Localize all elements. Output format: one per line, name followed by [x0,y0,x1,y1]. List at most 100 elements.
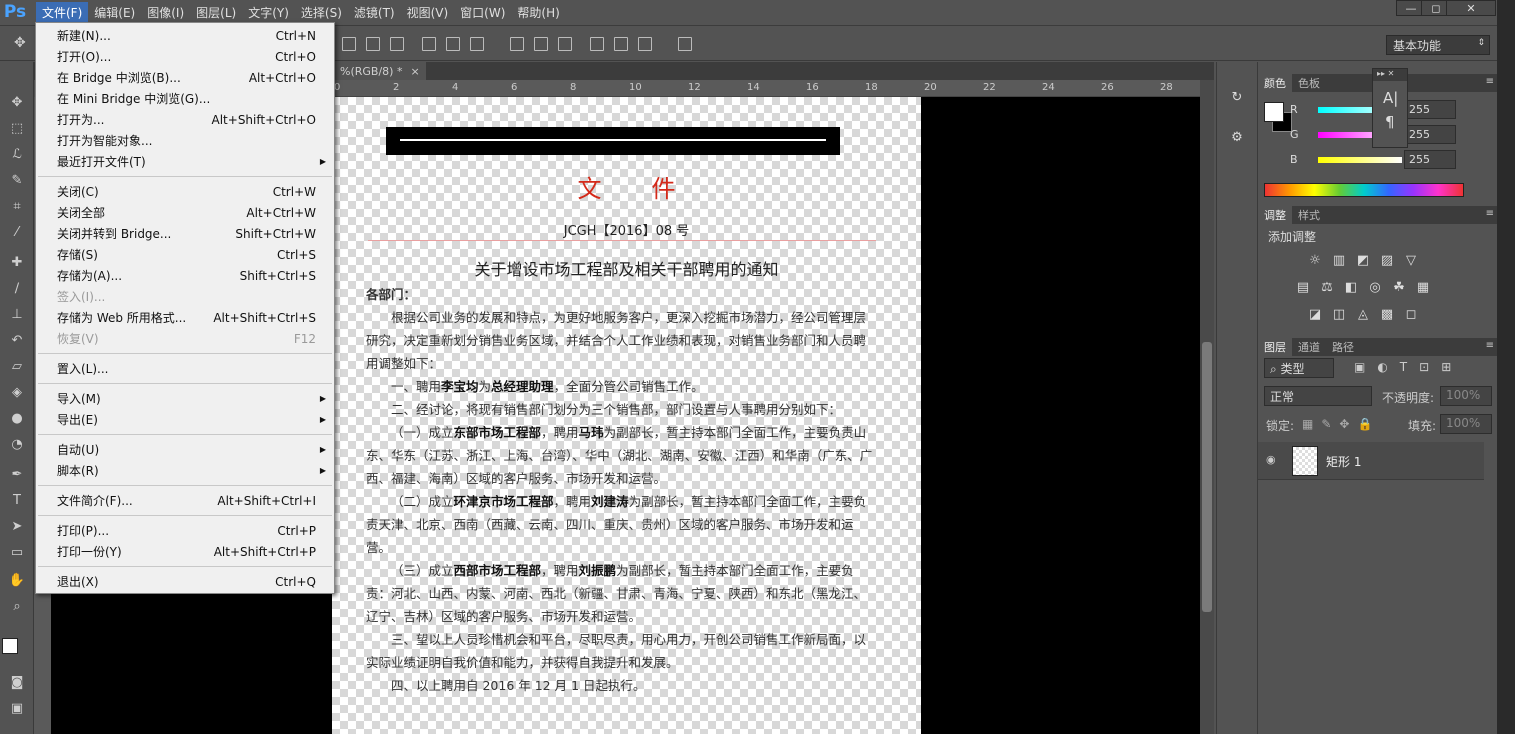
panel-tab[interactable]: 颜色 [1258,74,1292,92]
color-balance-icon[interactable]: ⚖ [1318,279,1336,295]
lock-icons[interactable]: ▦✎✥🔒 [1302,417,1380,431]
file-menu-item[interactable]: 打开为智能对象... [36,130,334,151]
black-white-icon[interactable]: ◧ [1342,279,1360,295]
panel-menu-icon[interactable]: ≡ [1486,208,1494,219]
move-tool-preset-icon[interactable]: ✥ [14,35,26,51]
file-menu-item[interactable]: 存储为 Web 所用格式... Alt+Shift+Ctrl+S [36,307,334,328]
panel-tab[interactable]: 通道 [1292,338,1326,356]
document-page[interactable]: 文件 JCGH【2016】08 号 关于增设市场工程部及相关干部聘用的通知 各部… [332,97,921,734]
distribute-bottom-icon[interactable] [558,37,572,51]
eyedropper-tool-icon[interactable]: ⁄ [7,222,27,242]
file-menu-item[interactable]: 最近打开文件(T) ▶ [36,151,334,172]
panel-tab[interactable]: 调整 [1258,206,1292,224]
file-menu-item[interactable]: 自动(U) ▶ [36,439,334,460]
crop-tool-icon[interactable]: ⌗ [7,196,27,216]
type-tool-icon[interactable]: T [7,490,27,510]
file-menu-item[interactable]: 打印(P)... Ctrl+P [36,520,334,541]
file-menu-item[interactable]: 在 Bridge 中浏览(B)... Alt+Ctrl+O [36,67,334,88]
file-menu-item[interactable]: 在 Mini Bridge 中浏览(G)... [36,88,334,109]
clone-stamp-tool-icon[interactable]: ⊥ [7,304,27,324]
color-channel-value[interactable]: 255 [1404,150,1456,169]
panel-menu-icon[interactable]: ≡ [1486,76,1494,87]
menu-item-9[interactable]: 帮助(H) [511,2,565,22]
vibrance-icon[interactable]: ▽ [1402,252,1420,268]
file-menu-item[interactable]: 存储(S) Ctrl+S [36,244,334,265]
document-tab[interactable]: %(RGB/8) * × [334,62,426,80]
align-bottom-icon[interactable] [390,37,404,51]
threshold-icon[interactable]: ◬ [1354,306,1372,322]
menu-item-5[interactable]: 选择(S) [295,2,348,22]
foreground-color-swatch[interactable] [2,638,18,654]
distribute-top-icon[interactable] [510,37,524,51]
layer-row[interactable]: ◉ 矩形 1 [1258,442,1484,480]
quick-select-tool-icon[interactable]: ✎ [7,170,27,190]
file-menu-item[interactable]: 置入(L)... [36,358,334,379]
quick-mask-icon[interactable]: ◙ [7,672,27,692]
file-menu-item[interactable]: 新建(N)... Ctrl+N [36,25,334,46]
color-channel-value[interactable]: 255 [1404,100,1456,119]
paint-bucket-tool-icon[interactable]: ◈ [7,382,27,402]
layer-filter-select[interactable]: ⌕ 类型 [1264,358,1334,378]
color-lookup-icon[interactable]: ▦ [1414,279,1432,295]
panel-menu-icon[interactable]: ≡ [1486,340,1494,351]
eraser-tool-icon[interactable]: ▱ [7,356,27,376]
distribute-hcenter-icon[interactable] [614,37,628,51]
foreground-swatch[interactable] [1264,102,1284,122]
align-hcenter-icon[interactable] [446,37,460,51]
distribute-left-icon[interactable] [590,37,604,51]
pen-tool-icon[interactable]: ✒ [7,464,27,484]
exposure-icon[interactable]: ▨ [1378,252,1396,268]
menu-item-0[interactable]: 文件(F) [36,2,89,22]
workspace-select[interactable]: 基本功能 ⇕ [1386,35,1490,55]
menu-item-3[interactable]: 图层(L) [190,2,242,22]
distribute-right-icon[interactable] [638,37,652,51]
panel-tab[interactable]: 路径 [1326,338,1360,356]
color-channel-slider[interactable] [1318,157,1402,163]
file-menu-item[interactable]: 导出(E) ▶ [36,409,334,430]
layer-visibility-eye-icon[interactable]: ◉ [1266,453,1276,466]
levels-icon[interactable]: ▥ [1330,252,1348,268]
layer-filter-icons[interactable]: ▣◐T⊡⊞ [1354,360,1463,374]
auto-align-icon[interactable] [678,37,692,51]
channel-mixer-icon[interactable]: ☘ [1390,279,1408,295]
menu-item-8[interactable]: 窗口(W) [454,2,511,22]
align-top-icon[interactable] [342,37,356,51]
marquee-tool-icon[interactable]: ⬚ [7,118,27,138]
history-brush-tool-icon[interactable]: ↶ [7,330,27,350]
curves-icon[interactable]: ◩ [1354,252,1372,268]
menu-item-4[interactable]: 文字(Y) [242,2,295,22]
distribute-vcenter-icon[interactable] [534,37,548,51]
file-menu-item[interactable]: 关闭(C) Ctrl+W [36,181,334,202]
blur-tool-icon[interactable]: ● [7,408,27,428]
align-right-icon[interactable] [470,37,484,51]
invert-icon[interactable]: ◪ [1306,306,1324,322]
menu-item-1[interactable]: 编辑(E) [88,2,141,22]
properties-panel-icon[interactable]: ⚙ [1226,126,1248,148]
close-window-button[interactable]: ✕ [1446,0,1496,16]
photo-filter-icon[interactable]: ◎ [1366,279,1384,295]
paragraph-panel-icon[interactable]: ¶ [1373,107,1407,131]
align-vcenter-icon[interactable] [366,37,380,51]
dodge-tool-icon[interactable]: ◔ [7,434,27,454]
align-left-icon[interactable] [422,37,436,51]
file-menu-item[interactable]: 退出(X) Ctrl+Q [36,571,334,592]
rectangle-tool-icon[interactable]: ▭ [7,542,27,562]
vertical-scrollbar-thumb[interactable] [1202,342,1212,612]
brush-tool-icon[interactable]: ∕ [7,278,27,298]
healing-brush-tool-icon[interactable]: ✚ [7,252,27,272]
file-menu-item[interactable]: 打开为... Alt+Shift+Ctrl+O [36,109,334,130]
color-spectrum-bar[interactable] [1264,183,1464,197]
screen-mode-icon[interactable]: ▣ [7,698,27,718]
menu-item-2[interactable]: 图像(I) [141,2,190,22]
color-channel-value[interactable]: 255 [1404,125,1456,144]
document-tab-close-icon[interactable]: × [410,65,419,78]
vertical-scrollbar[interactable] [1200,80,1214,734]
brightness-icon[interactable]: ☼ [1306,252,1324,268]
file-menu-item[interactable]: 存储为(A)... Shift+Ctrl+S [36,265,334,286]
file-menu-item[interactable]: 打开(O)... Ctrl+O [36,46,334,67]
gradient-map-icon[interactable]: ▩ [1378,306,1396,322]
path-select-tool-icon[interactable]: ➤ [7,516,27,536]
file-menu-item[interactable]: 导入(M) ▶ [36,388,334,409]
menu-item-7[interactable]: 视图(V) [401,2,455,22]
panel-tab[interactable]: 图层 [1258,338,1292,356]
